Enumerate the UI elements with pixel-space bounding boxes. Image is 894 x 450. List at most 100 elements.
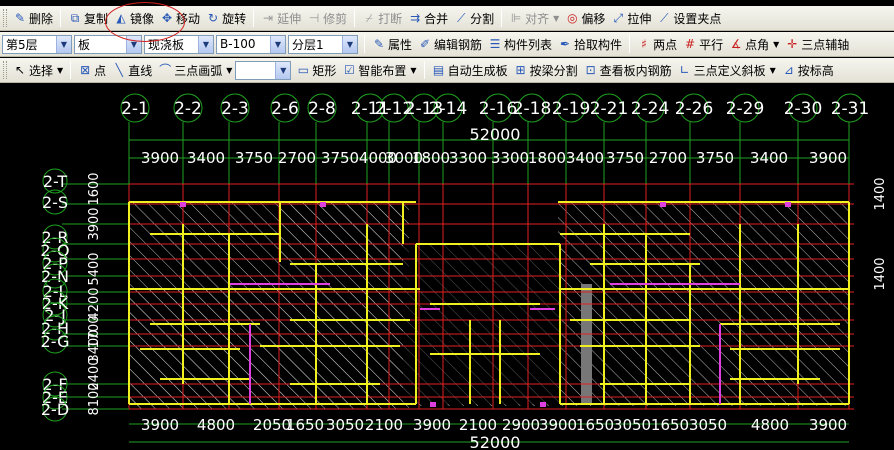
span-dimension-right: 1400 <box>873 177 888 210</box>
column-marker <box>430 402 436 407</box>
component-list-button[interactable]: ☰ 构件列表 <box>485 34 555 55</box>
axis-label: 2-T <box>43 172 67 191</box>
mirror-button[interactable]: ◭ 镜像 <box>111 8 157 29</box>
align-button[interactable]: ⊫ 对齐 ▼ <box>506 8 562 29</box>
three-point-arc-button[interactable]: ⌒ 三点画弧 ▼ <box>155 60 235 81</box>
split-by-beam-icon: ⊞ <box>515 63 526 77</box>
span-dimension-bottom: 3900 <box>809 416 847 434</box>
axis-bubble-top: 2-24 <box>631 93 669 123</box>
view-slab-rebar-button[interactable]: ⊡ 查看板内钢筋 <box>581 60 675 81</box>
edit-rebar-button[interactable]: ✐ 编辑钢筋 <box>415 34 485 55</box>
separator <box>501 9 503 27</box>
parallel-button[interactable]: # 平行 <box>680 34 726 55</box>
span-dimension-bottom: 2900 <box>502 416 540 434</box>
layer-select[interactable]: 分层1 ▼ <box>288 34 358 54</box>
component-select[interactable]: B-100 ▼ <box>216 34 286 54</box>
span-dimension-top: 3750 <box>235 149 273 167</box>
smart-layout-button[interactable]: ☑ 智能布置 ▼ <box>339 60 419 81</box>
column-marker <box>320 202 326 207</box>
span-dimension-top: 3300 <box>491 149 529 167</box>
floor-plan-drawing[interactable]: 520003900 3400 3750 2700 3750 400030001800330… <box>0 84 894 450</box>
axis-bubble-top: 2-16 <box>479 93 517 123</box>
separator <box>364 35 365 53</box>
line-button[interactable]: ╲ 直线 <box>109 60 155 81</box>
axis-label: 2-D <box>41 400 69 419</box>
component-toolbar: 第5层 ▼ 板 ▼ 现浇板 ▼ B-100 ▼ 分层1 ▼ ✎ 属性 ✐ 编辑钢筋 ☰ 构件列表… <box>0 32 894 57</box>
extend-icon: ⇥ <box>263 11 274 25</box>
axis-bubble-top: 2-18 <box>513 93 552 123</box>
three-point-slope-button[interactable]: ∟ 三点定义斜板 ▼ <box>675 60 779 81</box>
axis-bubble-top: 2-8 <box>307 93 337 123</box>
slab-region <box>280 202 403 262</box>
type-select[interactable]: 现浇板 ▼ <box>144 34 214 54</box>
drawing-canvas[interactable]: 52000 3900 3400 3750 2700 3750 4000 3000 1800 330… <box>0 84 894 450</box>
extend-button[interactable]: ⇥ 延伸 <box>258 8 304 29</box>
span-dimension-top: 3750 <box>321 149 359 167</box>
pick-component-button[interactable]: ✒ 拾取构件 <box>555 34 625 55</box>
column-marker <box>660 202 666 207</box>
axis-label: 2-31 <box>831 99 870 119</box>
offset-icon: ◎ <box>567 11 578 25</box>
chevron-down-icon: ▼ <box>198 35 213 53</box>
smart-layout-icon: ☑ <box>344 63 355 77</box>
select-button[interactable]: ↖ 选择 ▼ <box>10 60 66 81</box>
axis-bubble-top: 2-14 <box>429 93 468 123</box>
chevron-down-icon: ▼ <box>56 35 71 53</box>
axis-label: 2-G <box>41 332 70 351</box>
arc-option-select[interactable]: ▼ <box>235 60 292 80</box>
span-dimension-left: 8100 <box>87 382 102 415</box>
axis-bubble-top: 2-2 <box>173 93 203 123</box>
split-button[interactable]: ⟋ 分割 <box>451 8 497 29</box>
chevron-down-icon: ▼ <box>275 61 291 79</box>
floor-select[interactable]: 第5层 ▼ <box>2 34 72 54</box>
move-button[interactable]: ✥ 移动 <box>157 8 203 29</box>
axis-label: 2-29 <box>726 99 765 119</box>
span-dimension-top: 2700 <box>278 149 316 167</box>
three-point-axis-button[interactable]: ✛ 三点辅轴 <box>782 34 852 55</box>
span-dimension-top: 3900 <box>809 149 847 167</box>
delete-button[interactable]: ✎ 删除 <box>10 8 56 29</box>
eyedropper-icon: ✒ <box>560 37 571 51</box>
category-select[interactable]: 板 ▼ <box>74 34 142 54</box>
span-dimension-top: 3400 <box>566 149 604 167</box>
axis-bubble-top: 2-29 <box>726 93 765 123</box>
merge-button[interactable]: ⇉ 合并 <box>405 8 451 29</box>
chevron-down-icon: ▼ <box>126 35 141 53</box>
by-elevation-button[interactable]: ⊿ 按标高 <box>779 60 837 81</box>
rotate-button[interactable]: ↻ 旋转 <box>203 8 249 29</box>
grip-point-icon: ⟋ <box>660 11 669 25</box>
span-dimension-bottom: 3050 <box>689 416 727 434</box>
offset-button[interactable]: ◎ 偏移 <box>562 8 608 29</box>
axis-label: 2-18 <box>513 99 552 119</box>
trim-button[interactable]: ⊣ 修剪 <box>304 8 350 29</box>
span-dimension-top: 1800 <box>412 149 450 167</box>
dropdown-arrow-icon: ▼ <box>57 65 64 75</box>
stretch-button[interactable]: ⤢ 拉伸 <box>608 8 654 29</box>
axis-label: 2-1 <box>121 99 149 119</box>
split-by-beam-button[interactable]: ⊞ 按梁分割 <box>511 60 581 81</box>
span-dimension-bottom: 3050 <box>613 416 651 434</box>
auto-generate-icon: ▤ <box>432 63 445 77</box>
arc-icon: ⌒ <box>159 63 172 77</box>
two-points-button[interactable]: ♯ 两点 <box>634 34 680 55</box>
properties-button[interactable]: ✎ 属性 <box>369 34 415 55</box>
parallel-axis-icon: # <box>685 37 696 51</box>
auto-generate-slab-button[interactable]: ▤ 自动生成板 <box>429 60 511 81</box>
separator <box>253 9 255 27</box>
point-angle-button[interactable]: ∡ 点角 ▼ <box>726 34 782 55</box>
axis-label: 2-8 <box>308 99 336 119</box>
toolbar-grip[interactable] <box>3 61 7 79</box>
copy-button[interactable]: ⧉ 复制 <box>65 8 111 29</box>
set-grip-button[interactable]: ⟋ 设置夹点 <box>654 8 724 29</box>
column-marker <box>540 402 546 407</box>
view-rebar-icon: ⊡ <box>585 63 596 77</box>
break-button[interactable]: ⌿ 打断 <box>359 8 405 29</box>
toolbar-grip[interactable] <box>3 9 7 27</box>
point-button[interactable]: ⊠ 点 <box>75 60 109 81</box>
axis-label: 2-30 <box>784 99 823 119</box>
axis-bubble-left: 2-G <box>41 328 70 354</box>
span-dimension-top: 3400 <box>187 149 225 167</box>
rectangle-button[interactable]: ▭ 矩形 <box>293 60 339 81</box>
axis-label: 2-14 <box>429 99 468 119</box>
slab-region <box>558 202 848 291</box>
